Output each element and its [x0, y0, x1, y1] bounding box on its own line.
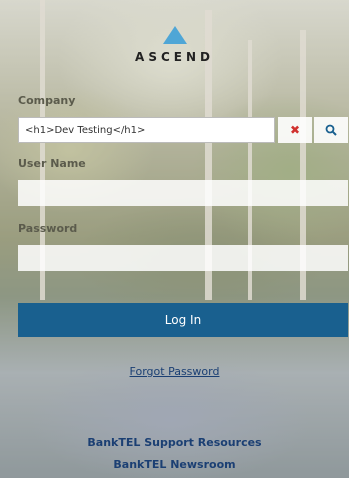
search-icon	[325, 124, 337, 136]
login-panel: ASCEND Company <h1>Dev Testing</h1> ✖ Us…	[0, 0, 349, 478]
password-label: Password	[18, 222, 78, 235]
clear-icon: ✖	[289, 123, 301, 137]
logo: ASCEND	[0, 26, 349, 64]
newsroom-link[interactable]: BankTEL Newsroom	[0, 458, 349, 471]
support-resources-link[interactable]: BankTEL Support Resources	[0, 436, 349, 449]
company-input[interactable]: <h1>Dev Testing</h1>	[18, 117, 275, 143]
forgot-password-link[interactable]: Forgot Password	[0, 365, 349, 378]
logo-text: ASCEND	[135, 50, 214, 64]
clear-button[interactable]: ✖	[278, 117, 312, 143]
login-button[interactable]: Log In	[18, 303, 348, 337]
search-button[interactable]	[314, 117, 348, 143]
logo-triangle-icon	[162, 26, 187, 44]
password-input[interactable]	[18, 245, 348, 271]
company-label: Company	[18, 94, 76, 107]
username-label: User Name	[18, 157, 86, 170]
username-input[interactable]	[18, 180, 348, 206]
